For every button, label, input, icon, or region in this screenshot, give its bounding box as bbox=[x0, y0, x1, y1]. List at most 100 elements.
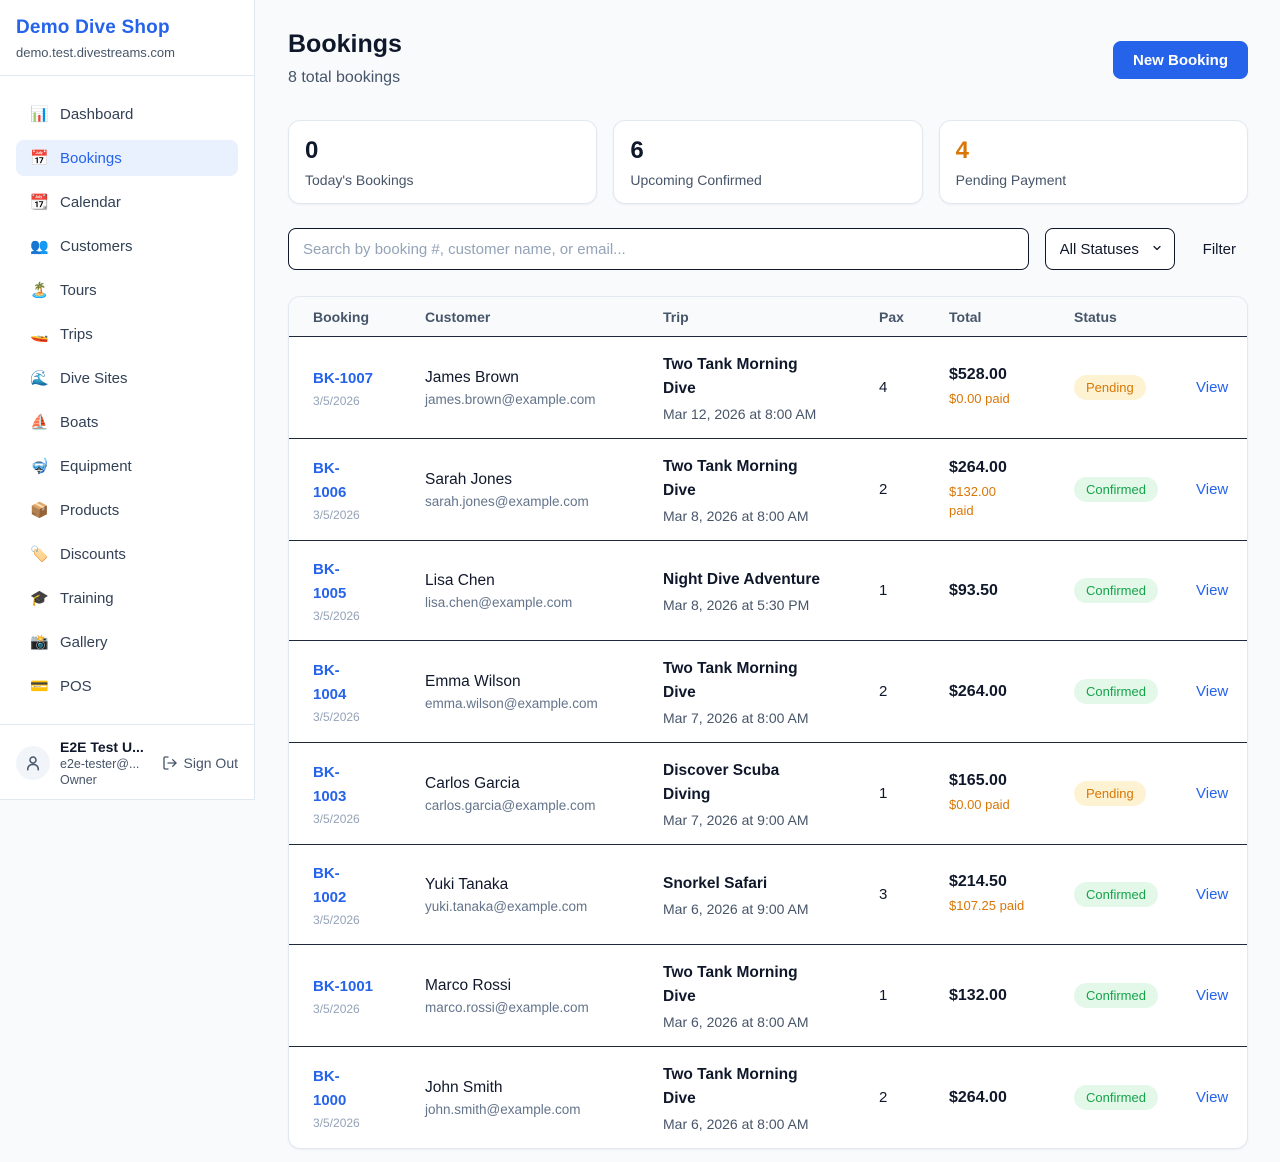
nav-icon: 💳 bbox=[30, 677, 48, 695]
stat-value: 6 bbox=[630, 137, 905, 166]
new-booking-button[interactable]: New Booking bbox=[1113, 41, 1248, 79]
trip-datetime: Mar 12, 2026 at 8:00 AM bbox=[663, 406, 879, 422]
status-badge: Confirmed bbox=[1074, 1085, 1158, 1110]
view-link[interactable]: View bbox=[1196, 582, 1228, 599]
view-link[interactable]: View bbox=[1196, 785, 1228, 802]
sidebar-item-gallery[interactable]: 📸 Gallery bbox=[16, 624, 238, 660]
total-cell: $93.50 bbox=[949, 582, 1074, 600]
total-amount: $528.00 bbox=[949, 366, 1074, 384]
booking-date: 3/5/2026 bbox=[313, 1002, 425, 1016]
trip-cell: Two Tank Morning Dive Mar 12, 2026 at 8:… bbox=[663, 353, 879, 422]
search-input[interactable] bbox=[288, 228, 1029, 270]
sidebar-item-label: Products bbox=[60, 502, 119, 519]
filter-button[interactable]: Filter bbox=[1191, 241, 1248, 258]
sidebar-item-label: POS bbox=[60, 678, 92, 695]
paid-amount: $107.25 paid bbox=[949, 896, 1074, 916]
column-header-trip: Trip bbox=[663, 309, 879, 325]
total-cell: $165.00 $0.00 paid bbox=[949, 772, 1074, 815]
sign-out-button[interactable]: Sign Out bbox=[162, 755, 238, 771]
booking-date: 3/5/2026 bbox=[313, 508, 425, 522]
booking-id-link[interactable]: BK- 1003 bbox=[313, 761, 346, 809]
sidebar-item-customers[interactable]: 👥 Customers bbox=[16, 228, 238, 264]
view-link[interactable]: View bbox=[1196, 379, 1228, 396]
customer-cell: James Brown james.brown@example.com bbox=[425, 369, 663, 407]
nav-icon: 👥 bbox=[30, 237, 48, 255]
sidebar-item-discounts[interactable]: 🏷️ Discounts bbox=[16, 536, 238, 572]
booking-id-link[interactable]: BK- 1005 bbox=[313, 558, 346, 606]
view-link[interactable]: View bbox=[1196, 886, 1228, 903]
booking-date: 3/5/2026 bbox=[313, 609, 425, 623]
nav-icon: 📊 bbox=[30, 105, 48, 123]
sidebar-item-products[interactable]: 📦 Products bbox=[16, 492, 238, 528]
sidebar-item-equipment[interactable]: 🤿 Equipment bbox=[16, 448, 238, 484]
view-link[interactable]: View bbox=[1196, 683, 1228, 700]
booking-date: 3/5/2026 bbox=[313, 1116, 425, 1130]
sidebar-item-label: Bookings bbox=[60, 150, 122, 167]
booking-id-link[interactable]: BK- 1006 bbox=[313, 457, 346, 505]
customer-name: Yuki Tanaka bbox=[425, 876, 663, 894]
status-cell: Confirmed bbox=[1074, 882, 1196, 907]
customer-cell: Carlos Garcia carlos.garcia@example.com bbox=[425, 775, 663, 813]
sidebar-nav: 📊 Dashboard 📅 Bookings 📆 Calendar 👥 Cust… bbox=[0, 76, 254, 724]
nav-icon: 🏝️ bbox=[30, 281, 48, 299]
sidebar-item-label: Dive Sites bbox=[60, 370, 128, 387]
status-badge: Pending bbox=[1074, 781, 1146, 806]
user-email: e2e-tester@... bbox=[60, 757, 152, 771]
actions-cell: View bbox=[1196, 987, 1223, 1005]
trip-cell: Night Dive Adventure Mar 8, 2026 at 5:30… bbox=[663, 568, 879, 613]
pax-cell: 4 bbox=[879, 379, 949, 396]
sidebar-item-label: Customers bbox=[60, 238, 133, 255]
sidebar-item-calendar[interactable]: 📆 Calendar bbox=[16, 184, 238, 220]
actions-cell: View bbox=[1196, 481, 1223, 499]
sidebar-item-tours[interactable]: 🏝️ Tours bbox=[16, 272, 238, 308]
booking-id-link[interactable]: BK- 1000 bbox=[313, 1065, 346, 1113]
sidebar-item-dive-sites[interactable]: 🌊 Dive Sites bbox=[16, 360, 238, 396]
sidebar-item-training[interactable]: 🎓 Training bbox=[16, 580, 238, 616]
booking-id-link[interactable]: BK- 1004 bbox=[313, 659, 346, 707]
sidebar-item-label: Boats bbox=[60, 414, 98, 431]
table-row: BK-1001 3/5/2026 Marco Rossi marco.rossi… bbox=[289, 944, 1247, 1046]
booking-id-link[interactable]: BK-1001 bbox=[313, 975, 373, 999]
nav-icon: 📆 bbox=[30, 193, 48, 211]
nav-icon: 📦 bbox=[30, 501, 48, 519]
booking-id-link[interactable]: BK- 1002 bbox=[313, 862, 346, 910]
paid-amount: $0.00 paid bbox=[949, 389, 1074, 409]
total-cell: $264.00 bbox=[949, 683, 1074, 701]
sidebar-item-pos[interactable]: 💳 POS bbox=[16, 668, 238, 704]
total-amount: $264.00 bbox=[949, 1089, 1074, 1107]
shop-domain: demo.test.divestreams.com bbox=[16, 45, 238, 60]
total-amount: $132.00 bbox=[949, 987, 1074, 1005]
paid-amount: $0.00 paid bbox=[949, 795, 1074, 815]
total-cell: $132.00 bbox=[949, 987, 1074, 1005]
customer-name: John Smith bbox=[425, 1079, 663, 1097]
trip-datetime: Mar 7, 2026 at 9:00 AM bbox=[663, 812, 879, 828]
trip-datetime: Mar 8, 2026 at 8:00 AM bbox=[663, 508, 879, 524]
status-badge: Confirmed bbox=[1074, 882, 1158, 907]
sidebar-item-trips[interactable]: 🚤 Trips bbox=[16, 316, 238, 352]
sidebar-item-boats[interactable]: ⛵ Boats bbox=[16, 404, 238, 440]
trip-datetime: Mar 6, 2026 at 9:00 AM bbox=[663, 901, 879, 917]
user-meta: E2E Test U... e2e-tester@... Owner bbox=[60, 739, 152, 787]
customer-cell: Marco Rossi marco.rossi@example.com bbox=[425, 977, 663, 1015]
total-cell: $528.00 $0.00 paid bbox=[949, 366, 1074, 409]
trip-cell: Discover Scuba Diving Mar 7, 2026 at 9:0… bbox=[663, 759, 879, 828]
view-link[interactable]: View bbox=[1196, 1089, 1228, 1106]
table-row: BK- 1003 3/5/2026 Carlos Garcia carlos.g… bbox=[289, 742, 1247, 844]
sidebar-item-label: Tours bbox=[60, 282, 97, 299]
booking-id-link[interactable]: BK-1007 bbox=[313, 367, 373, 391]
sidebar-item-label: Equipment bbox=[60, 458, 132, 475]
status-filter-select[interactable]: All Statuses bbox=[1045, 228, 1175, 270]
trip-datetime: Mar 7, 2026 at 8:00 AM bbox=[663, 710, 879, 726]
view-link[interactable]: View bbox=[1196, 987, 1228, 1004]
total-amount: $165.00 bbox=[949, 772, 1074, 790]
paid-amount: $132.00 paid bbox=[949, 482, 1074, 521]
trip-cell: Two Tank Morning Dive Mar 7, 2026 at 8:0… bbox=[663, 657, 879, 726]
customer-cell: Emma Wilson emma.wilson@example.com bbox=[425, 673, 663, 711]
sidebar-item-bookings[interactable]: 📅 Bookings bbox=[16, 140, 238, 176]
view-link[interactable]: View bbox=[1196, 481, 1228, 498]
user-name: E2E Test U... bbox=[60, 739, 152, 755]
page-subtitle: 8 total bookings bbox=[288, 69, 402, 87]
sidebar-item-dashboard[interactable]: 📊 Dashboard bbox=[16, 96, 238, 132]
user-role: Owner bbox=[60, 773, 152, 787]
status-cell: Confirmed bbox=[1074, 983, 1196, 1008]
